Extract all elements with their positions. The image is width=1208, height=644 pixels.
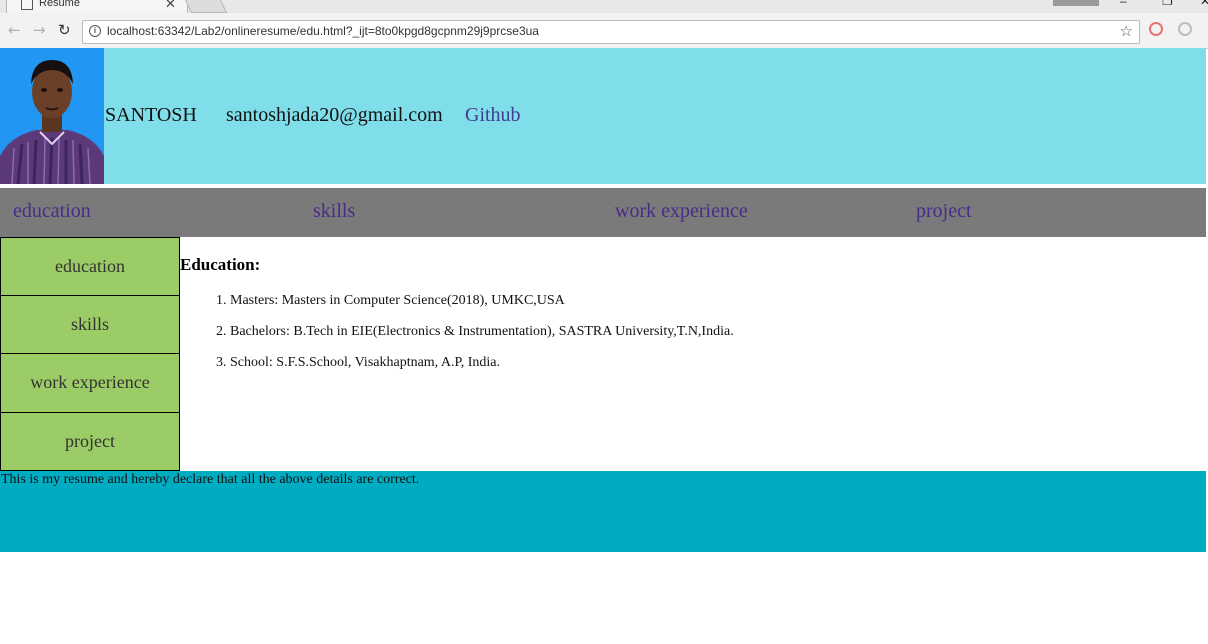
list-item: Masters: Masters in Computer Science(201… (230, 293, 1200, 309)
footer-declaration: This is my resume and hereby declare tha… (1, 472, 420, 487)
back-arrow-icon[interactable]: ← (8, 20, 21, 40)
candidate-email: santoshjada20@gmail.com (226, 104, 443, 126)
extension-icon[interactable] (1178, 22, 1192, 36)
github-link[interactable]: Github (465, 104, 521, 127)
section-heading: Education: (180, 255, 261, 274)
profile-badge[interactable] (1053, 0, 1099, 6)
maximize-icon[interactable]: ❐ (1162, 0, 1173, 8)
profile-photo (0, 48, 104, 184)
forward-arrow-icon[interactable]: → (33, 20, 46, 40)
browser-tab[interactable]: Resume ✕ (6, 0, 188, 13)
url-text[interactable]: localhost:63342/Lab2/onlineresume/edu.ht… (107, 24, 539, 38)
extension-icon[interactable] (1149, 22, 1163, 36)
list-item: School: S.F.S.School, Visakhaptnam, A.P,… (230, 355, 1200, 371)
topnav-project-link[interactable]: project (916, 200, 972, 223)
browser-toolbar: ← → ↻ i localhost:63342/Lab2/onlineresum… (0, 13, 1208, 49)
sidenav-project-link[interactable]: project (0, 412, 180, 471)
info-icon[interactable]: i (89, 25, 101, 37)
list-item: Bachelors: B.Tech in EIE(Electronics & I… (230, 324, 1200, 340)
star-icon[interactable]: ☆ (1120, 22, 1133, 40)
side-nav: education skills work experience project (0, 237, 180, 471)
sidenav-education-link[interactable]: education (0, 237, 180, 296)
topnav-education-link[interactable]: education (13, 200, 91, 223)
resume-header: SANTOSH santoshjada20@gmail.com Github (0, 48, 1206, 184)
minimize-icon[interactable]: – (1120, 0, 1127, 8)
education-list: Masters: Masters in Computer Science(201… (180, 293, 1200, 371)
candidate-name: SANTOSH (105, 104, 197, 126)
address-bar[interactable]: i localhost:63342/Lab2/onlineresume/edu.… (82, 20, 1140, 44)
page-footer: This is my resume and hereby declare tha… (0, 471, 1206, 552)
close-window-icon[interactable]: ✕ (1200, 0, 1208, 8)
topnav-work-experience-link[interactable]: work experience (615, 200, 748, 223)
tab-title: Resume (39, 0, 80, 9)
topnav-skills-link[interactable]: skills (313, 200, 355, 223)
sidenav-skills-link[interactable]: skills (0, 295, 180, 354)
close-tab-icon[interactable]: ✕ (165, 0, 176, 12)
sidenav-work-experience-link[interactable]: work experience (0, 354, 180, 413)
page-favicon-icon (21, 0, 33, 10)
education-section: Education: Masters: Masters in Computer … (180, 255, 1200, 386)
tab-strip: Resume ✕ – ❐ ✕ (0, 0, 1208, 13)
reload-icon[interactable]: ↻ (58, 20, 71, 40)
top-nav: education skills work experience project (0, 188, 1206, 237)
